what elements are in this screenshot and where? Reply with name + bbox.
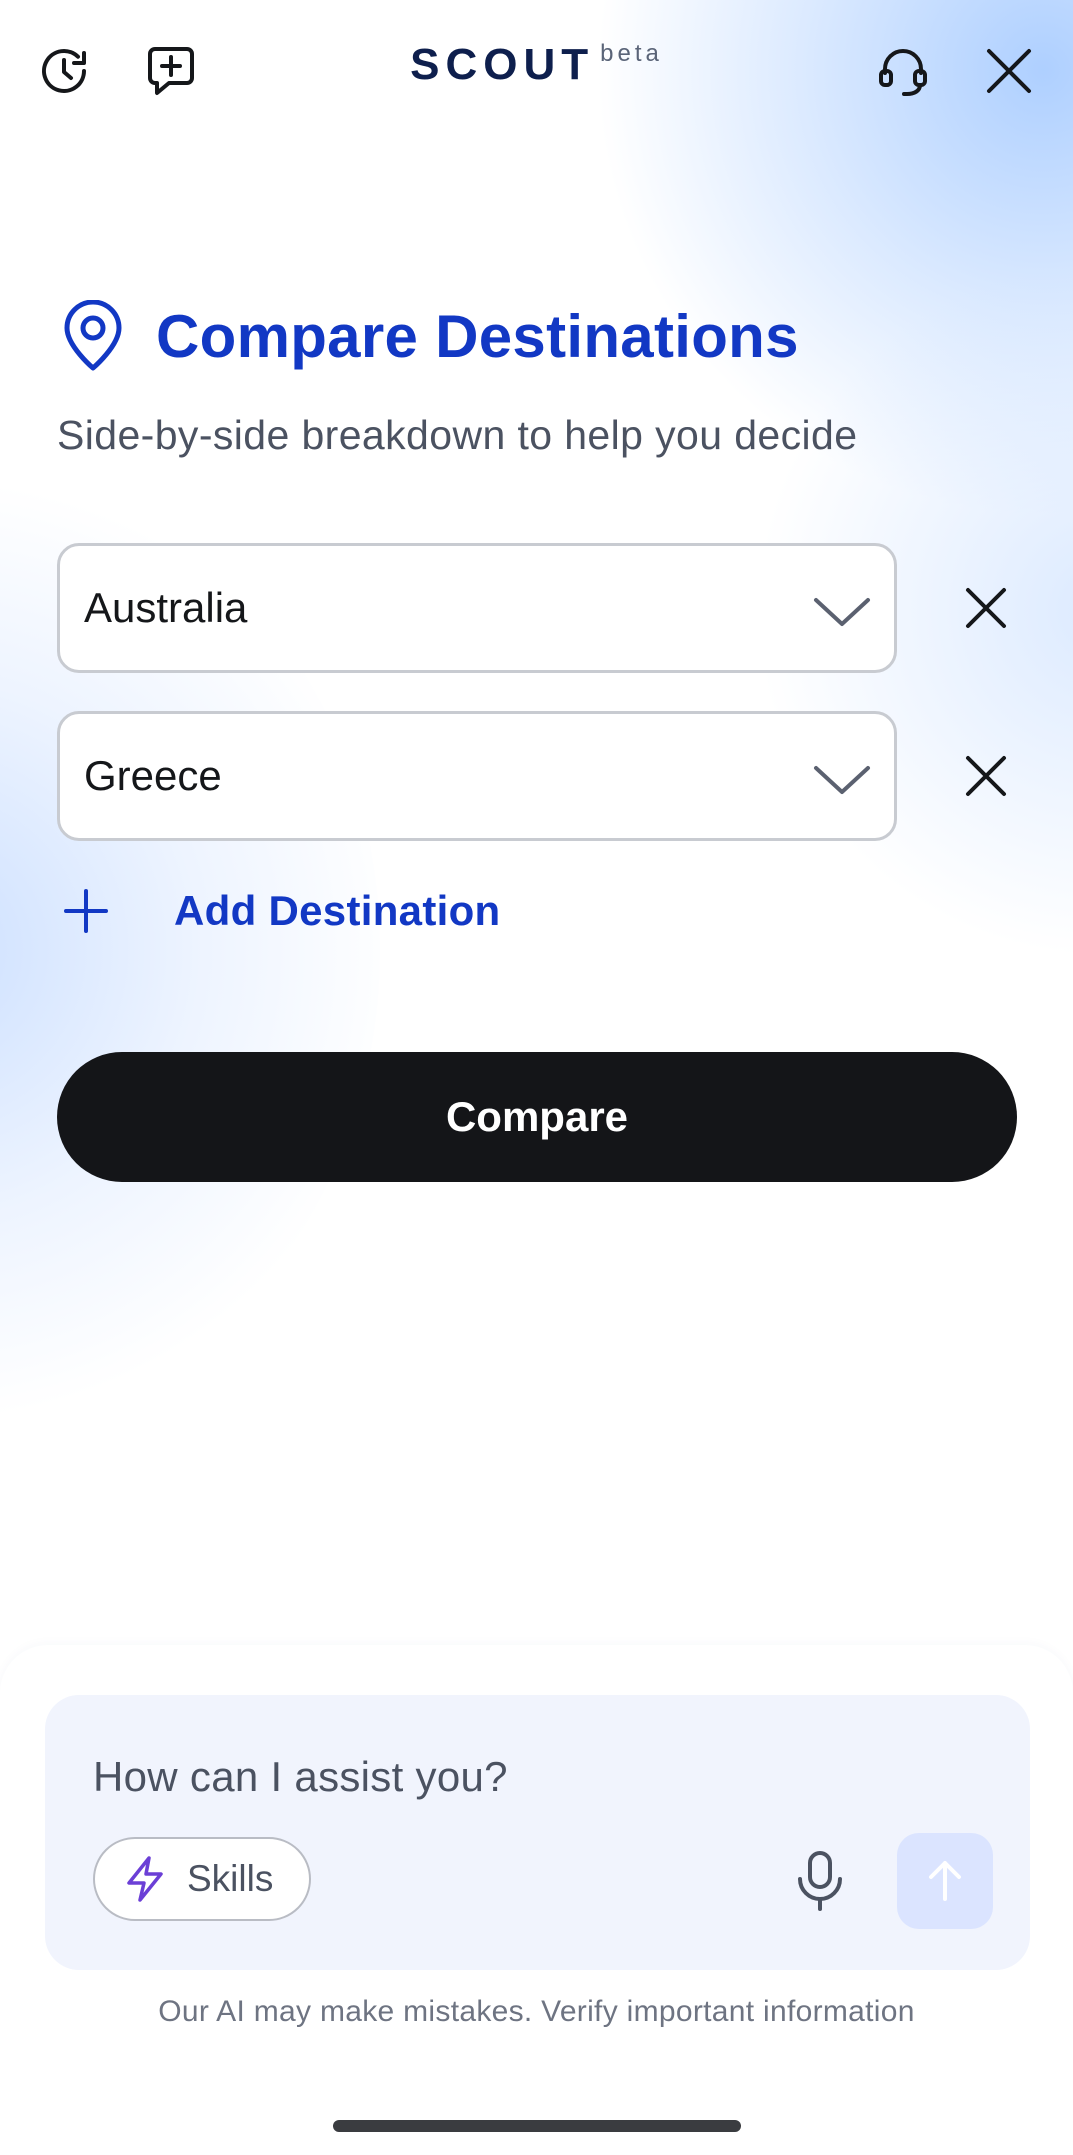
destination-select-1[interactable]: Australia xyxy=(57,543,897,673)
destination-select-value: Australia xyxy=(84,584,248,631)
compare-button[interactable]: Compare xyxy=(57,1052,1017,1182)
home-indicator xyxy=(333,2120,741,2132)
plus-icon xyxy=(64,889,108,933)
compare-section: Compare Destinations Side-by-side breakd… xyxy=(0,0,1073,1645)
remove-destination-1-icon[interactable] xyxy=(960,582,1012,634)
remove-destination-2-icon[interactable] xyxy=(960,750,1012,802)
destination-select-2[interactable]: Greece xyxy=(57,711,897,841)
arrow-up-icon xyxy=(929,1861,961,1901)
skills-button[interactable]: Skills xyxy=(93,1837,311,1921)
destination-select-value: Greece xyxy=(84,752,222,799)
page-title: Compare Destinations xyxy=(156,302,799,370)
lightning-icon xyxy=(127,1856,163,1902)
skills-label: Skills xyxy=(187,1858,274,1899)
location-pin-icon xyxy=(64,300,122,371)
chat-panel: How can I assist you? Skills Our AI may … xyxy=(0,1645,1073,2155)
chat-input[interactable]: How can I assist you? xyxy=(93,1753,508,1801)
page-subtitle: Side-by-side breakdown to help you decid… xyxy=(57,412,858,458)
add-destination-label: Add Destination xyxy=(174,887,501,934)
microphone-icon[interactable] xyxy=(790,1849,850,1913)
send-button[interactable] xyxy=(897,1833,993,1929)
chat-composer: How can I assist you? Skills xyxy=(45,1695,1030,1970)
chevron-down-icon xyxy=(814,766,870,794)
add-destination-button[interactable]: Add Destination xyxy=(60,885,501,937)
ai-disclaimer: Our AI may make mistakes. Verify importa… xyxy=(158,1995,915,2028)
title-row: Compare Destinations xyxy=(60,300,799,372)
chevron-down-icon xyxy=(814,598,870,626)
